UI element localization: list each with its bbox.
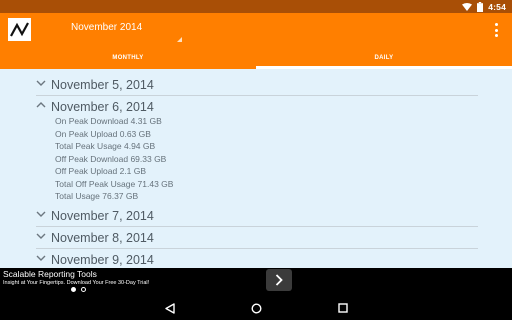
- back-icon[interactable]: [163, 301, 177, 315]
- home-icon[interactable]: [249, 301, 263, 315]
- day-row-nov-5[interactable]: November 5, 2014: [36, 74, 478, 96]
- stat-off-peak-download: Off Peak Download 69.33 GB: [55, 153, 167, 164]
- chevron-down-icon: [36, 80, 46, 86]
- status-bar: 4:54: [0, 0, 512, 13]
- daily-usage-list[interactable]: November 5, 2014 November 6, 2014 On Pea…: [0, 69, 512, 268]
- day-label: November 8, 2014: [51, 231, 154, 245]
- day-label: November 7, 2014: [51, 209, 154, 223]
- chevron-down-icon: [36, 255, 46, 261]
- day-label: November 6, 2014: [51, 100, 154, 114]
- stat-on-peak-upload: On Peak Upload 0.63 GB: [55, 128, 151, 139]
- wifi-icon: [462, 2, 473, 11]
- month-selector[interactable]: November 2014: [68, 21, 184, 43]
- tab-monthly-label: MONTHLY: [112, 54, 144, 61]
- app-logo-icon: [8, 18, 31, 41]
- ad-next-button[interactable]: [266, 269, 292, 291]
- stat-total-peak-usage: Total Peak Usage 4.94 GB: [55, 141, 156, 151]
- chevron-down-icon: [36, 211, 46, 217]
- stat-total-off-peak-usage: Total Off Peak Usage 71.43 GB: [55, 178, 174, 189]
- day-row-nov-8[interactable]: November 8, 2014: [36, 227, 478, 249]
- recents-icon[interactable]: [336, 301, 350, 315]
- tab-bar: MONTHLY DAILY: [0, 46, 512, 69]
- day-label: November 9, 2014: [51, 253, 154, 267]
- day-row-nov-9[interactable]: November 9, 2014: [36, 249, 478, 268]
- chevron-down-icon: [36, 233, 46, 239]
- navigation-bar: [0, 295, 512, 320]
- page-dot: [81, 287, 86, 292]
- stat-total-usage: Total Usage 76.37 GB: [55, 191, 139, 201]
- status-time: 4:54: [488, 1, 506, 12]
- battery-icon: [477, 1, 484, 12]
- more-vertical-icon[interactable]: [492, 21, 500, 39]
- ad-banner[interactable]: Scalable Reporting Tools Insight at Your…: [0, 268, 512, 295]
- app-bar: November 2014: [0, 13, 512, 46]
- day-row-nov-7[interactable]: November 7, 2014: [36, 205, 478, 227]
- page-dot-active: [71, 287, 76, 292]
- tab-daily-label: DAILY: [374, 54, 394, 61]
- status-icons: 4:54: [462, 1, 506, 12]
- tab-monthly[interactable]: MONTHLY: [0, 46, 256, 69]
- ad-subtitle: Insight at Your Fingertips. Download You…: [3, 280, 150, 286]
- month-selector-label: November 2014: [71, 22, 143, 33]
- stat-off-peak-upload: Off Peak Upload 2.1 GB: [55, 166, 147, 176]
- day-label: November 5, 2014: [51, 78, 154, 92]
- day-stats: On Peak Download 4.31 GB On Peak Upload …: [55, 115, 173, 203]
- tab-daily[interactable]: DAILY: [256, 46, 512, 69]
- chevron-right-icon: [275, 274, 283, 286]
- stat-on-peak-download: On Peak Download 4.31 GB: [55, 116, 162, 126]
- ad-page-indicator: [71, 287, 86, 292]
- ad-title: Scalable Reporting Tools: [3, 269, 97, 279]
- dropdown-triangle-icon: [177, 37, 182, 42]
- chevron-up-icon: [36, 102, 46, 108]
